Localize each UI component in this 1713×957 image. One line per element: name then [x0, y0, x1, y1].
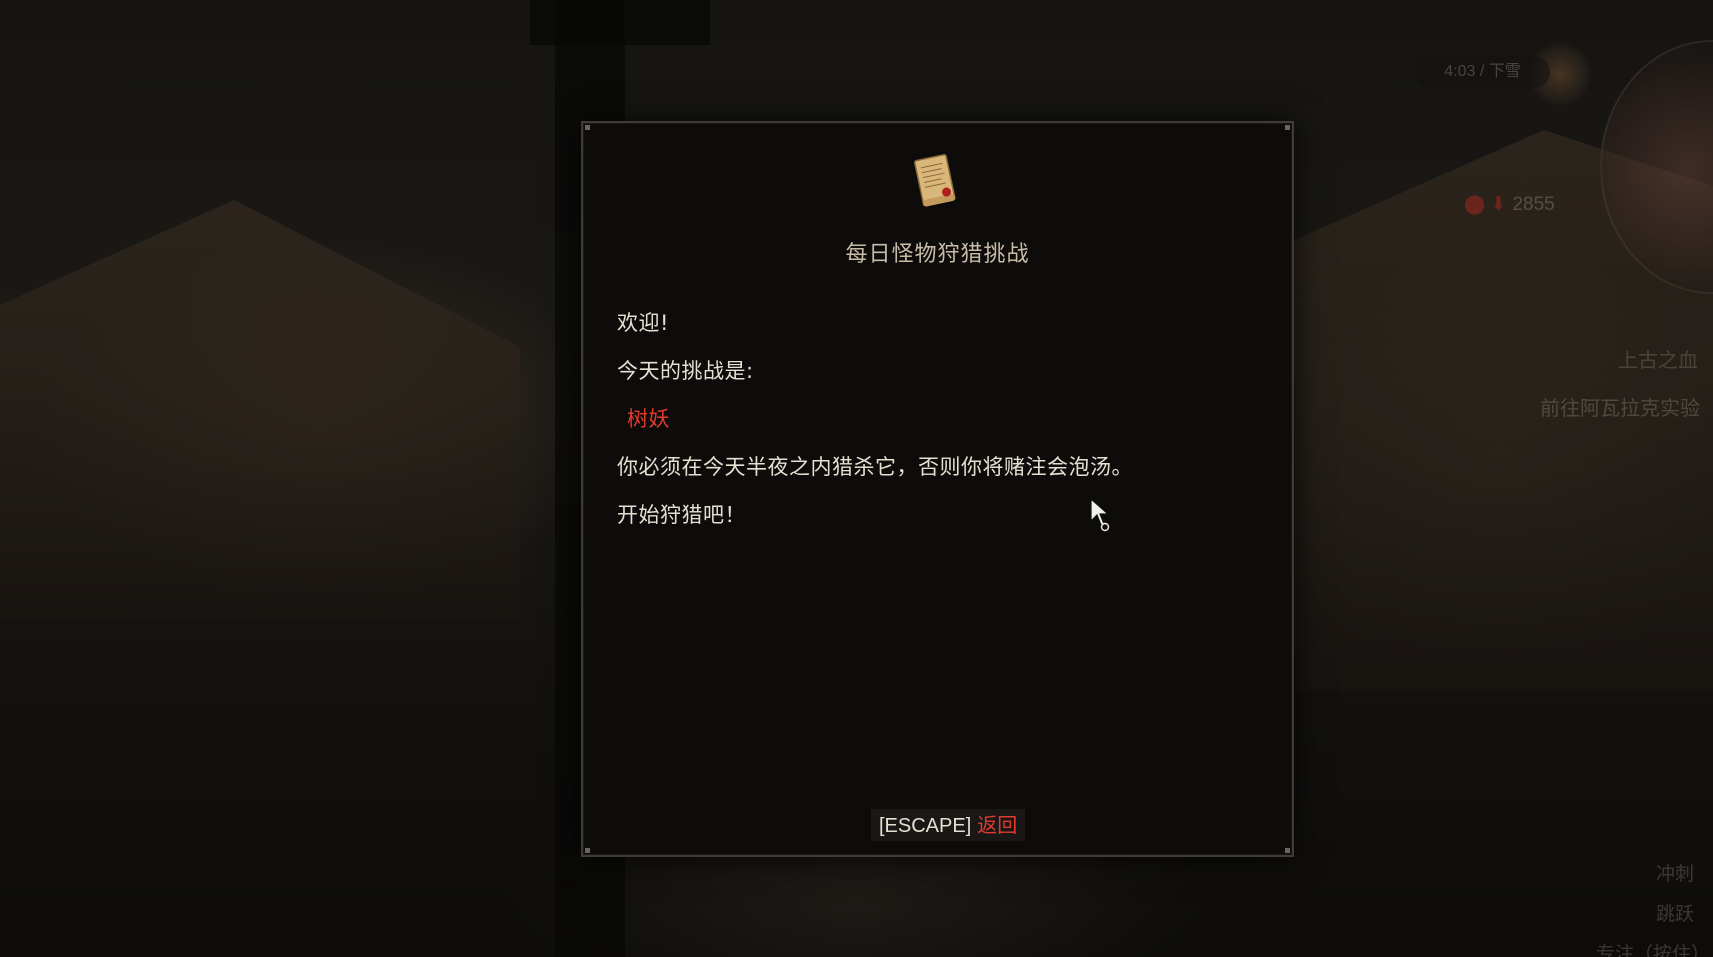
corner-ornament [1285, 848, 1290, 853]
instruction-text: 你必须在今天半夜之内猎杀它，否则你将赌注会泡汤。 [617, 455, 1133, 479]
closing-text: 开始狩猎吧！ [617, 503, 746, 527]
mouse-cursor-icon [1090, 497, 1110, 532]
escape-back-button[interactable]: [ESCAPE] 返回 [871, 809, 1026, 841]
target-monster-name: 树妖 [627, 407, 670, 431]
monster-hunt-dialog: 每日怪物狩猎挑战 欢迎! 今天的挑战是: 树妖 你必须在今天半夜之内猎杀它，否则… [581, 121, 1294, 857]
background-hut-left [0, 200, 520, 620]
hud-control-sprint: 冲刺 [1656, 863, 1695, 885]
hud-currency: ⬤ ⬇ 2855 [1464, 193, 1555, 216]
hud-quest-title: 上古之血 [1618, 348, 1698, 372]
hud-clock: 4:03 / 下雪 [1415, 56, 1550, 88]
corner-ornament [1285, 125, 1290, 130]
corner-ornament [585, 125, 590, 130]
challenge-intro-text: 今天的挑战是: [617, 359, 754, 383]
hud-quest-objective: 前往阿瓦拉克实验 [1540, 396, 1700, 420]
hud-control-focus: 专注（按住） [1596, 943, 1711, 957]
back-action-label: 返回 [977, 813, 1018, 837]
background-roof-beam [530, 0, 710, 45]
hud-control-jump: 跳跃 [1656, 903, 1695, 925]
scroll-letter-icon [914, 154, 956, 207]
currency-value: 2855 [1512, 194, 1555, 215]
corner-ornament [585, 848, 590, 853]
crown-icon: ⬤ ⬇ [1464, 194, 1507, 215]
escape-key-label: [ESCAPE] [879, 815, 972, 837]
game-scene-background: 4:03 / 下雪 ⬤ ⬇ 2855 上古之血 前往阿瓦拉克实验 冲刺 跳跃 专注… [0, 0, 1713, 957]
dialog-title: 每日怪物狩猎挑战 [845, 242, 1030, 267]
greeting-text: 欢迎! [617, 311, 669, 335]
